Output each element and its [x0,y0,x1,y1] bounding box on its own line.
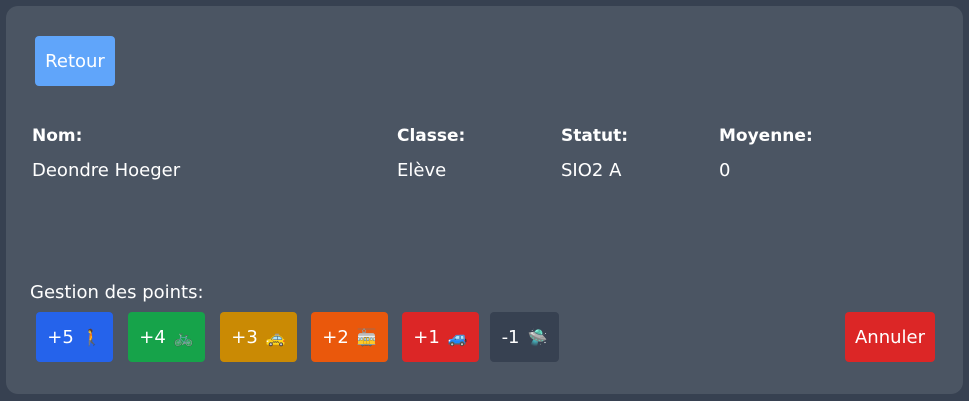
car-icon: 🚙 [447,327,468,347]
points-plus1-button[interactable]: +1 🚙 [402,312,479,362]
points-plus4-label: +4 [139,326,166,348]
points-minus1-button[interactable]: -1 🛸 [490,312,559,362]
points-plus3-label: +3 [231,326,258,348]
name-header: Nom: [32,126,83,146]
student-class: Elève [397,160,447,181]
ufo-icon: 🛸 [527,327,548,347]
back-button[interactable]: Retour [35,36,115,86]
class-header: Classe: [397,126,466,146]
points-plus5-button[interactable]: +5 🚶 [36,312,113,362]
walking-person-icon: 🚶 [81,327,102,347]
points-plus4-button[interactable]: +4 🚲 [128,312,205,362]
student-average: 0 [719,160,731,181]
points-plus5-label: +5 [47,326,74,348]
student-card: Retour Nom: Classe: Statut: Moyenne: Deo… [6,6,963,394]
points-title: Gestion des points: [30,282,204,303]
points-plus3-button[interactable]: +3 🚕 [220,312,297,362]
points-minus1-label: -1 [501,326,520,348]
student-status: SIO2 A [561,160,622,181]
bicycle-icon: 🚲 [173,327,194,347]
points-plus2-label: +2 [322,326,349,348]
cancel-button[interactable]: Annuler [845,312,935,362]
points-plus1-label: +1 [413,326,440,348]
points-plus2-button[interactable]: +2 🚋 [311,312,388,362]
average-header: Moyenne: [719,126,813,146]
student-name: Deondre Hoeger [32,160,181,181]
tram-icon: 🚋 [356,327,377,347]
status-header: Statut: [561,126,628,146]
taxi-icon: 🚕 [265,327,286,347]
